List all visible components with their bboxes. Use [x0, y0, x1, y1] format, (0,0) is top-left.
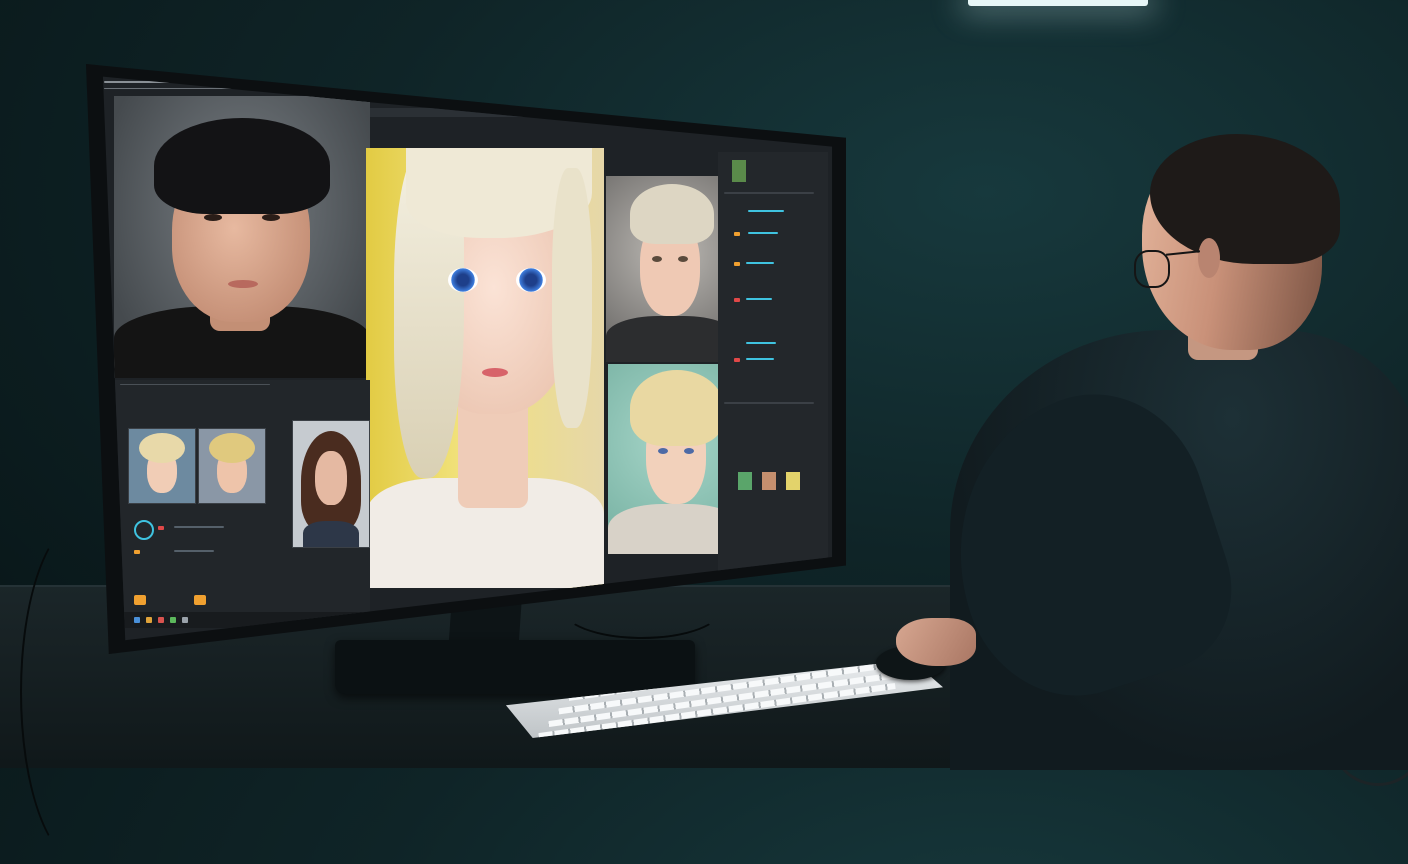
boy-jacket [606, 316, 736, 362]
blonde-anime-boy-portrait[interactable] [606, 176, 736, 362]
blonde-girl-thumb-2[interactable] [198, 428, 266, 504]
folder-icon[interactable] [134, 595, 146, 605]
monitor-screen [102, 76, 833, 641]
girl-eye-right [516, 268, 546, 292]
blonde-anime-girl-closeup[interactable] [366, 148, 604, 588]
preview-swatch-3[interactable] [786, 472, 800, 490]
preview-swatch-1[interactable] [738, 472, 752, 490]
right-properties-panel [718, 152, 828, 572]
preview-swatch-2[interactable] [762, 472, 776, 490]
cyan-slider[interactable] [748, 232, 778, 234]
boy-eye-right [678, 256, 688, 262]
person-hand [896, 618, 976, 666]
boy-eye-left [652, 256, 662, 262]
man-eye-right [262, 214, 280, 221]
girl-mouth [482, 368, 508, 377]
cyan-slider[interactable] [746, 342, 776, 344]
man-hair [154, 118, 330, 214]
lower-left-panel [114, 380, 370, 620]
editor-icon[interactable] [170, 617, 176, 623]
glasses [1134, 250, 1170, 288]
cyan-graph-icon [134, 520, 154, 540]
folder-icon[interactable] [194, 595, 206, 605]
cyan-slider[interactable] [746, 358, 774, 360]
folder-icon[interactable] [146, 617, 152, 623]
orange-marker [734, 262, 740, 266]
settings-icon[interactable] [182, 617, 188, 623]
teen-hair [630, 370, 724, 446]
cyan-slider[interactable] [748, 210, 784, 212]
cyan-slider[interactable] [746, 262, 774, 264]
blonde-girl-thumb-1[interactable] [128, 428, 196, 504]
girl-hair-right [552, 168, 592, 428]
girl-neck [458, 398, 528, 508]
monitor-stand-base [335, 640, 695, 694]
teen-eye-right [684, 448, 694, 454]
browser-icon[interactable] [158, 617, 164, 623]
red-marker [158, 526, 164, 530]
ceiling-light [968, 0, 1148, 6]
teen-eye-left [658, 448, 668, 454]
red-marker [734, 298, 740, 302]
red-marker [734, 358, 740, 362]
orange-marker [134, 550, 140, 554]
orange-marker [734, 232, 740, 236]
girl-eye-left [448, 268, 478, 292]
brunette-woman-photo[interactable] [292, 420, 370, 548]
person-ear [1198, 238, 1220, 278]
man-mouth [228, 280, 258, 288]
app-icon[interactable] [134, 617, 140, 623]
dark-haired-man-photo[interactable] [114, 96, 370, 378]
boy-hair [630, 184, 714, 244]
layer-thumb[interactable] [732, 160, 746, 182]
man-eye-left [204, 214, 222, 221]
cyan-slider[interactable] [746, 298, 772, 300]
